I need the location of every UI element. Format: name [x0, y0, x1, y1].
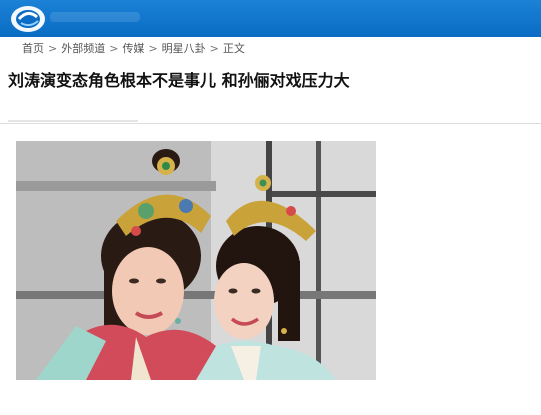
breadcrumb-home[interactable]: 首页	[22, 42, 44, 55]
breadcrumb-external-channel[interactable]: 外部频道	[61, 42, 105, 55]
breadcrumb: 首页 > 外部频道 > 传媒 > 明星八卦 > 正文	[22, 41, 245, 57]
site-name-placeholder	[50, 12, 140, 22]
title-underline	[8, 120, 138, 122]
breadcrumb-current: 正文	[222, 42, 245, 55]
top-banner	[0, 0, 541, 37]
article-title: 刘涛演变态角色根本不是事儿 和孙俪对戏压力大	[8, 71, 350, 90]
header-divider	[0, 123, 541, 124]
breadcrumb-separator: >	[109, 42, 119, 55]
site-logo-icon[interactable]	[8, 4, 48, 34]
breadcrumb-media[interactable]: 传媒	[122, 42, 144, 55]
article-photo[interactable]	[16, 141, 376, 380]
breadcrumb-celebrity-gossip[interactable]: 明星八卦	[162, 42, 206, 55]
breadcrumb-separator: >	[48, 42, 58, 55]
breadcrumb-separator: >	[148, 42, 158, 55]
breadcrumb-separator: >	[209, 42, 219, 55]
